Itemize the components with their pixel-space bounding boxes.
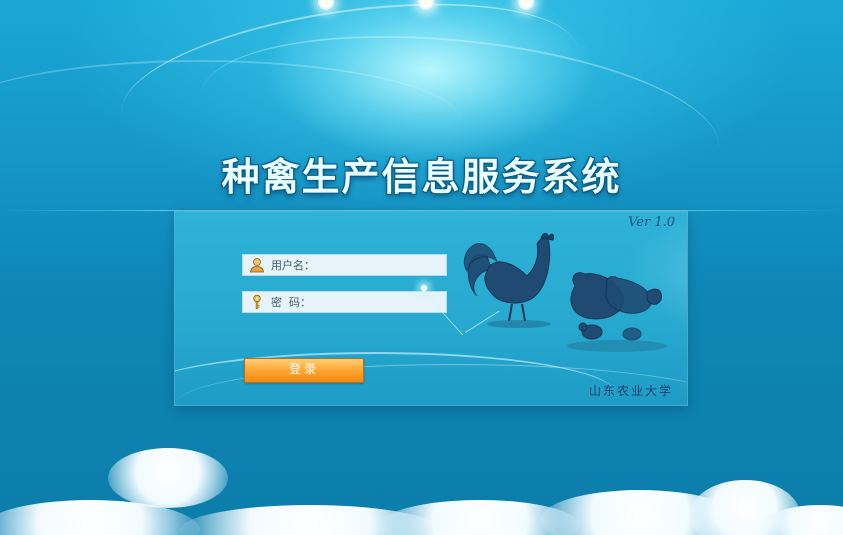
horizon-line <box>0 210 843 211</box>
password-field[interactable]: 密 码： <box>242 291 447 313</box>
institution-label: 山东农业大学 <box>588 384 673 398</box>
password-input[interactable] <box>311 293 446 311</box>
username-field[interactable]: 用户名： <box>242 254 447 276</box>
spotlight-right <box>518 0 534 10</box>
chicken-illustration <box>463 232 667 352</box>
password-label: 密 码： <box>271 296 311 309</box>
username-label: 用户名： <box>271 259 315 272</box>
username-input[interactable] <box>315 256 446 274</box>
login-page: 种禽生产信息服务系统 Ver 1.0 用户名： 密 码： 登录 山东农业大学 <box>0 0 843 535</box>
login-button[interactable]: 登录 <box>244 358 364 383</box>
key-icon <box>253 294 261 309</box>
spotlight-left <box>318 0 334 10</box>
cloud <box>108 448 228 508</box>
login-panel: Ver 1.0 用户名： 密 码： 登录 山东农业大学 <box>175 212 687 405</box>
user-icon <box>250 258 264 273</box>
spotlight-center <box>418 0 434 10</box>
app-title: 种禽生产信息服务系统 <box>221 155 622 199</box>
